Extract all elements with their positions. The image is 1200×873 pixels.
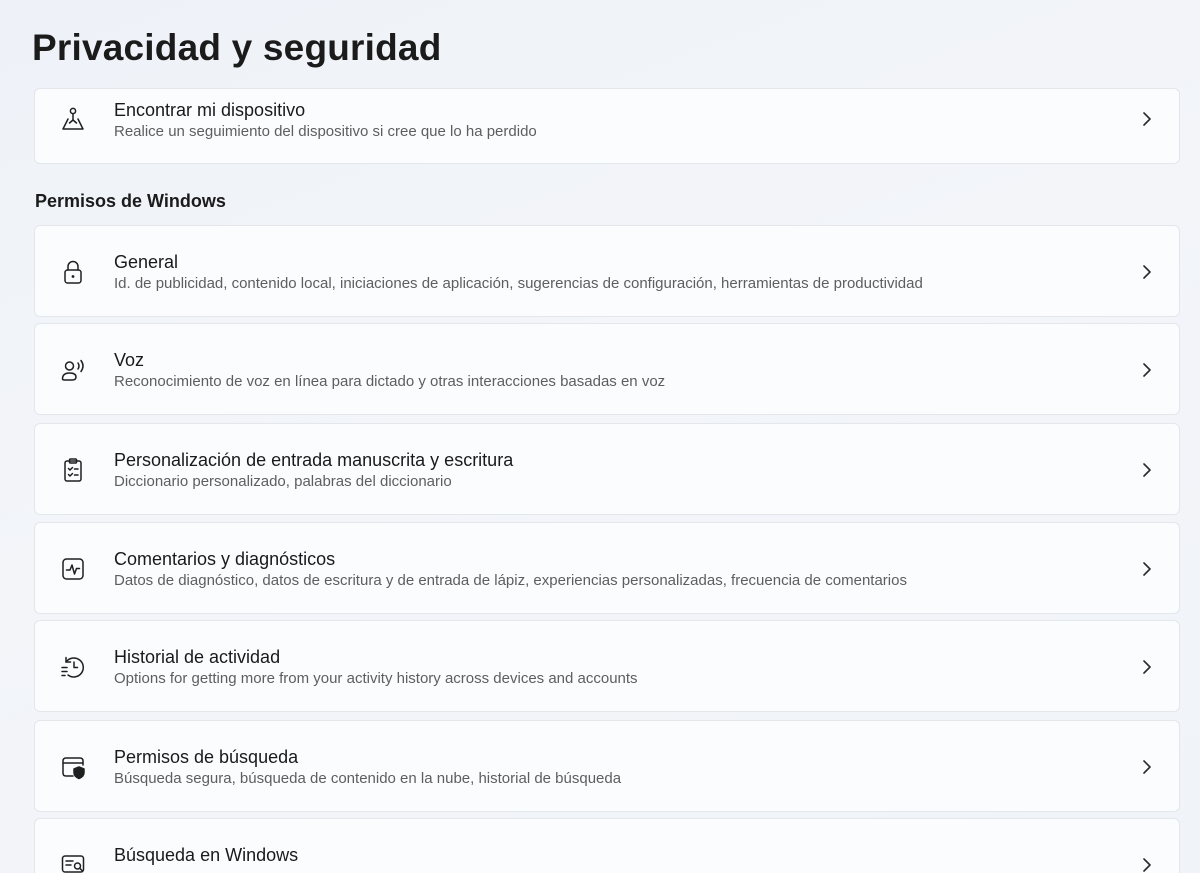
settings-item-description: Reconocimiento de voz en línea para dict…	[114, 373, 666, 390]
settings-item-general[interactable]: General Id. de publicidad, contenido loc…	[34, 225, 1180, 317]
chevron-right-icon	[1143, 363, 1151, 377]
settings-item-voice[interactable]: Voz Reconocimiento de voz en línea para …	[34, 323, 1180, 415]
chevron-right-icon	[1143, 562, 1151, 576]
settings-item-title: Permisos de búsqueda	[114, 747, 299, 767]
chevron-right-icon	[1143, 660, 1151, 674]
settings-item-description: Búsqueda segura, búsqueda de contenido e…	[114, 770, 622, 787]
pulse-monitor-icon	[59, 555, 87, 583]
settings-item-find-device[interactable]: Encontrar mi dispositivo Realice un segu…	[34, 88, 1180, 164]
settings-item-title: Voz	[114, 350, 145, 370]
settings-item-inking-typing[interactable]: Personalización de entrada manuscrita y …	[34, 423, 1180, 515]
chevron-right-icon	[1143, 858, 1151, 872]
chevron-right-icon	[1143, 265, 1151, 279]
chevron-right-icon	[1143, 760, 1151, 774]
settings-item-title: Personalización de entrada manuscrita y …	[114, 450, 514, 470]
settings-item-title: Historial de actividad	[114, 647, 281, 667]
settings-item-diagnostics[interactable]: Comentarios y diagnósticos Datos de diag…	[34, 522, 1180, 614]
settings-item-description: Realice un seguimiento del dispositivo s…	[114, 123, 537, 140]
settings-item-windows-search[interactable]: Búsqueda en Windows	[34, 818, 1180, 873]
settings-item-title: Comentarios y diagnósticos	[114, 549, 336, 569]
search-windows-icon	[59, 851, 87, 873]
chevron-right-icon	[1143, 112, 1151, 126]
history-icon	[59, 653, 87, 681]
settings-page: Privacidad y seguridad Encontrar mi disp…	[0, 0, 1200, 873]
search-shield-icon	[59, 753, 87, 781]
settings-item-search-permissions[interactable]: Permisos de búsqueda Búsqueda segura, bú…	[34, 720, 1180, 812]
settings-item-title: Búsqueda en Windows	[114, 845, 299, 865]
settings-item-description: Options for getting more from your activ…	[114, 670, 638, 687]
clipboard-checklist-icon	[59, 456, 87, 484]
settings-item-description: Diccionario personalizado, palabras del …	[114, 473, 452, 490]
lock-icon	[59, 258, 87, 286]
chevron-right-icon	[1143, 463, 1151, 477]
settings-item-title: General	[114, 252, 179, 272]
settings-item-description: Id. de publicidad, contenido local, inic…	[114, 275, 923, 292]
section-header: Permisos de Windows	[35, 191, 226, 211]
settings-item-activity-history[interactable]: Historial de actividad Options for getti…	[34, 620, 1180, 712]
find-device-icon	[59, 105, 87, 133]
page-title: Privacidad y seguridad	[32, 27, 442, 68]
settings-item-title: Encontrar mi dispositivo	[114, 100, 306, 120]
settings-item-description: Datos de diagnóstico, datos de escritura…	[114, 572, 907, 589]
speech-icon	[59, 356, 87, 384]
